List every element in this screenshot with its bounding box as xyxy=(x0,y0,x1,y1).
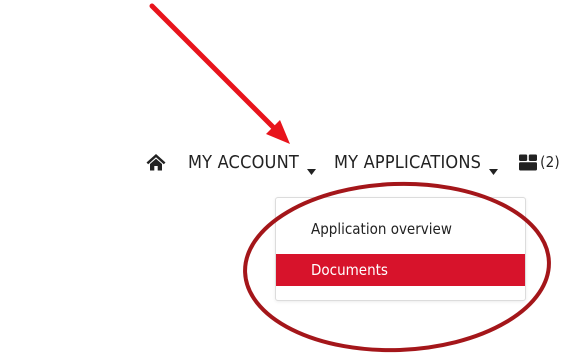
annotation-arrow-shaft xyxy=(149,3,279,133)
applications-dropdown: Application overview Documents xyxy=(275,197,526,301)
my-applications-label: MY APPLICATIONS xyxy=(333,151,482,173)
menu-item-documents[interactable]: Documents xyxy=(276,254,525,286)
my-account-menu[interactable]: MY ACCOUNT xyxy=(188,151,316,175)
menu-item-application-overview[interactable]: Application overview xyxy=(276,213,525,245)
cart-icon xyxy=(519,154,538,171)
home-icon[interactable] xyxy=(146,153,166,171)
cart-button[interactable]: (2) xyxy=(519,153,560,171)
chevron-down-icon xyxy=(489,159,499,175)
cart-count: (2) xyxy=(540,153,560,171)
annotation-arrow-head xyxy=(266,120,290,144)
my-applications-menu[interactable]: MY APPLICATIONS xyxy=(333,151,499,175)
my-account-label: MY ACCOUNT xyxy=(188,151,299,173)
chevron-down-icon xyxy=(306,159,316,175)
top-nav: MY ACCOUNT MY APPLICATIONS (2) xyxy=(146,148,560,176)
